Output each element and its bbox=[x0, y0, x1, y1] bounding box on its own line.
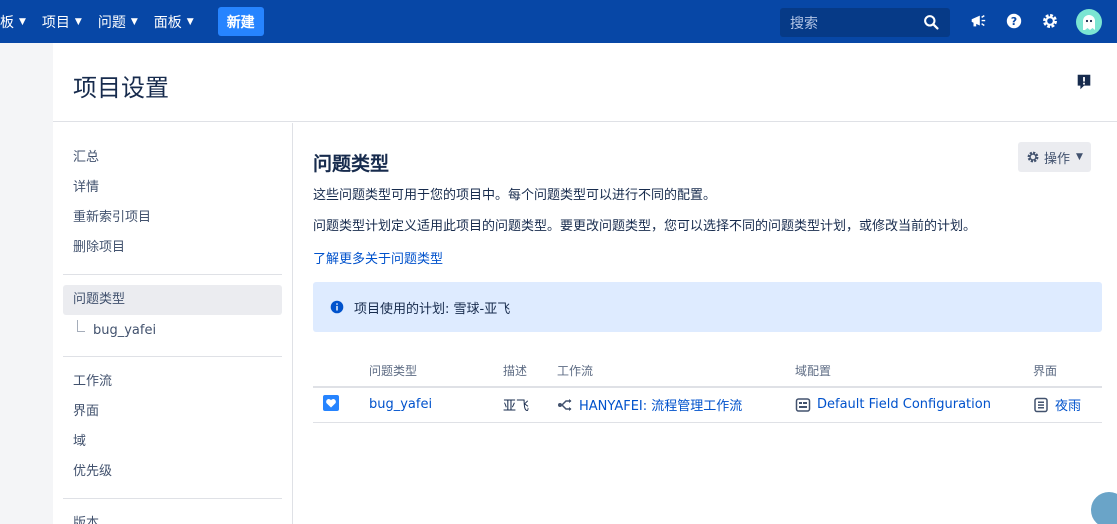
sidebar-item-priorities[interactable]: 优先级 bbox=[53, 457, 292, 487]
top-navigation-bar: 板 ▼ 项目 ▼ 问题 ▼ 面板 ▼ 新建 搜索 ? bbox=[0, 0, 1117, 43]
issue-type-description: 亚飞 bbox=[503, 387, 557, 423]
sidebar-subitem-label: bug_yafei bbox=[93, 322, 157, 338]
chevron-down-icon: ▼ bbox=[186, 16, 194, 27]
section-title: 问题类型 bbox=[313, 153, 390, 175]
chevron-down-icon: ▼ bbox=[74, 16, 82, 27]
screen-cell: 夜雨 bbox=[1033, 395, 1102, 414]
search-input[interactable]: 搜索 bbox=[780, 8, 950, 37]
settings-sidebar: 汇总 详情 重新索引项目 删除项目 问题类型 bug_yafei 工作流 界面 … bbox=[53, 123, 293, 524]
megaphone-icon-svg bbox=[971, 15, 986, 27]
chevron-down-icon: ▼ bbox=[19, 16, 26, 27]
scheme-info-text: 项目使用的计划: 雪球-亚飞 bbox=[354, 301, 511, 317]
user-avatar[interactable] bbox=[1076, 9, 1102, 35]
learn-more-link[interactable]: 了解更多关于问题类型 bbox=[313, 248, 443, 267]
column-header-description: 描述 bbox=[503, 355, 557, 388]
table-header-row: 问题类型 描述 工作流 域配置 界面 bbox=[313, 355, 1102, 388]
chevron-down-icon: ▼ bbox=[130, 16, 138, 27]
nav-item-label: 问题 bbox=[97, 14, 126, 31]
sidebar-divider bbox=[63, 274, 282, 275]
issue-types-table: 问题类型 描述 工作流 域配置 界面 bug_yafei 亚飞 HANYAFEI… bbox=[313, 355, 1102, 423]
sidebar-divider bbox=[63, 498, 282, 499]
sidebar-item-versions[interactable]: 版本 bbox=[53, 509, 292, 524]
sidebar-item-details[interactable]: 详情 bbox=[53, 173, 292, 203]
gear-icon bbox=[1043, 14, 1057, 28]
scheme-info-message: 项目使用的计划: 雪球-亚飞 bbox=[313, 282, 1102, 332]
project-settings-page: 项目设置 汇总 详情 重新索引项目 删除项目 问题类型 bug_yafei 工作… bbox=[53, 43, 1117, 524]
sidebar-item-screens[interactable]: 界面 bbox=[53, 397, 292, 427]
actions-label: 操作 bbox=[1044, 151, 1071, 167]
nav-item-label: 项目 bbox=[41, 14, 70, 31]
gear-icon bbox=[1027, 151, 1039, 163]
question-circle-icon: ? bbox=[1006, 13, 1022, 29]
issue-type-link[interactable]: bug_yafei bbox=[369, 397, 432, 412]
sidebar-item-workflows[interactable]: 工作流 bbox=[53, 367, 292, 397]
sidebar-item-summary[interactable]: 汇总 bbox=[53, 143, 292, 173]
nav-dashboards-menu[interactable]: 面板 ▼ bbox=[148, 0, 204, 43]
sidebar-item-reindex[interactable]: 重新索引项目 bbox=[53, 203, 292, 233]
sidebar-divider bbox=[63, 356, 282, 357]
sidebar-item-delete[interactable]: 删除项目 bbox=[53, 233, 292, 263]
description-text: 这些问题类型可用于您的项目中。每个问题类型可以进行不同的配置。 bbox=[313, 188, 717, 203]
page-title: 项目设置 bbox=[73, 74, 169, 102]
field-config-link[interactable]: Default Field Configuration bbox=[817, 397, 991, 412]
svg-text:?: ? bbox=[1011, 15, 1017, 28]
nav-projects-menu[interactable]: 项目 ▼ bbox=[36, 0, 92, 43]
workflow-cell: HANYAFEI: 流程管理工作流 bbox=[557, 395, 795, 414]
nav-item-label: 面板 bbox=[153, 14, 182, 31]
field-config-cell: Default Field Configuration bbox=[795, 397, 1033, 413]
column-header-screen: 界面 bbox=[1033, 355, 1102, 388]
create-button[interactable]: 新建 bbox=[217, 7, 264, 36]
column-header-field-config: 域配置 bbox=[795, 355, 1033, 388]
column-header-icon bbox=[313, 355, 369, 388]
settings-gear-icon[interactable] bbox=[1040, 11, 1060, 31]
ghost-avatar-icon bbox=[1083, 15, 1095, 30]
field-configuration-icon bbox=[795, 398, 811, 412]
chevron-down-icon: ▼ bbox=[1076, 152, 1083, 162]
actions-dropdown-button[interactable]: 操作 ▼ bbox=[1018, 142, 1091, 172]
sidebar-subitem-bug-yafei[interactable]: bug_yafei bbox=[53, 315, 292, 345]
search-icon bbox=[924, 15, 939, 30]
page-header: 项目设置 bbox=[53, 43, 1117, 122]
screen-link[interactable]: 夜雨 bbox=[1055, 395, 1081, 414]
column-header-workflow: 工作流 bbox=[557, 355, 795, 388]
column-header-issue-type: 问题类型 bbox=[369, 355, 503, 388]
heart-issue-type-icon bbox=[323, 394, 339, 411]
nav-item-label: 板 bbox=[0, 14, 14, 31]
screen-icon bbox=[1034, 397, 1048, 412]
sidebar-item-fields[interactable]: 域 bbox=[53, 427, 292, 457]
issue-type-icon-cell bbox=[313, 387, 369, 423]
sidebar-item-issue-types[interactable]: 问题类型 bbox=[63, 285, 282, 315]
workflow-icon bbox=[558, 398, 572, 411]
feedback-icon[interactable] bbox=[1075, 73, 1093, 91]
scheme-description-text: 问题类型计划定义适用此项目的问题类型。要更改问题类型，您可以选择不同的问题类型计… bbox=[313, 219, 977, 234]
search-placeholder: 搜索 bbox=[790, 15, 818, 32]
workflow-link[interactable]: HANYAFEI: 流程管理工作流 bbox=[579, 395, 742, 414]
info-icon bbox=[330, 300, 344, 314]
table-row: bug_yafei 亚飞 HANYAFEI: 流程管理工作流 Default F… bbox=[313, 387, 1102, 423]
tree-connector-icon bbox=[77, 320, 85, 332]
megaphone-icon[interactable] bbox=[968, 11, 988, 31]
sidebar-group-general: 汇总 详情 重新索引项目 删除项目 bbox=[53, 123, 292, 263]
nav-issues-menu[interactable]: 问题 ▼ bbox=[92, 0, 148, 43]
help-icon[interactable]: ? bbox=[1004, 11, 1024, 31]
nav-boards-menu[interactable]: 板 ▼ bbox=[0, 0, 36, 43]
